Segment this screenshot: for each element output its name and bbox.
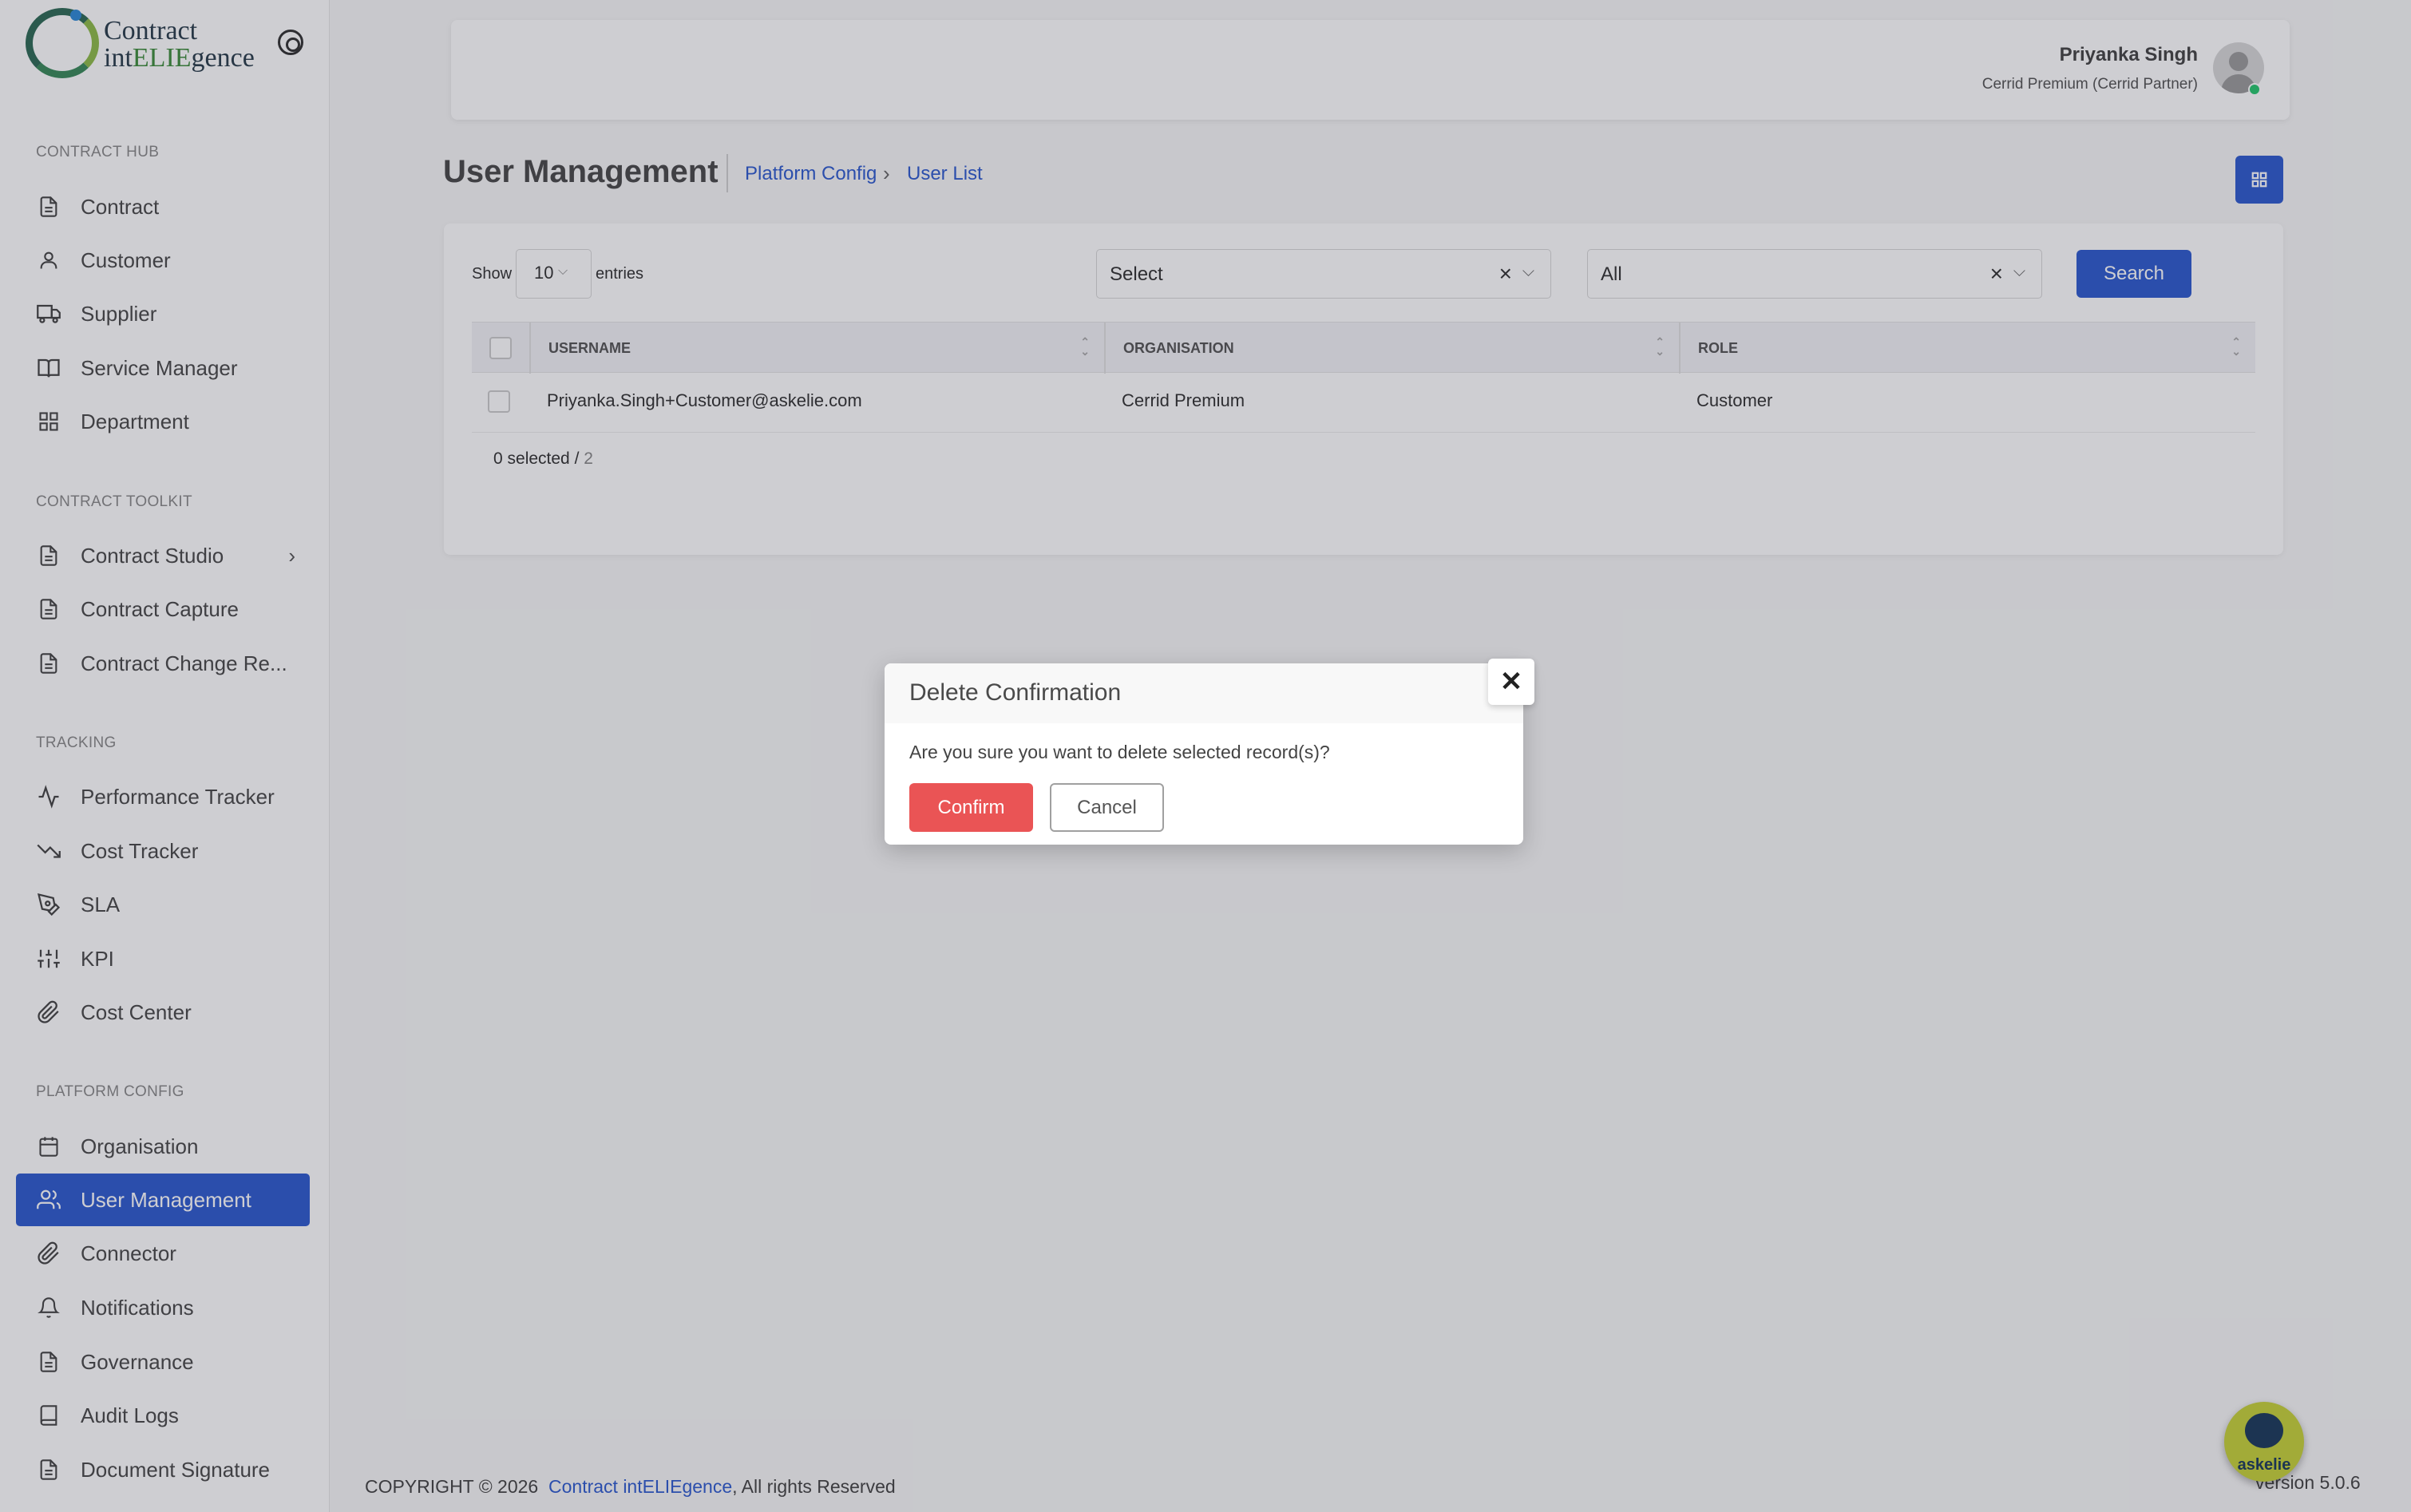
cancel-button[interactable]: Cancel xyxy=(1050,783,1164,832)
modal-title: Delete Confirmation xyxy=(909,679,1122,706)
confirm-button[interactable]: Confirm xyxy=(909,783,1033,832)
modal-message: Are you sure you want to delete selected… xyxy=(909,742,1330,762)
close-icon[interactable]: ✕ xyxy=(1488,659,1534,705)
delete-confirmation-modal: Delete Confirmation ✕ Are you sure you w… xyxy=(885,659,1534,845)
modal-header: Delete Confirmation xyxy=(885,663,1523,723)
